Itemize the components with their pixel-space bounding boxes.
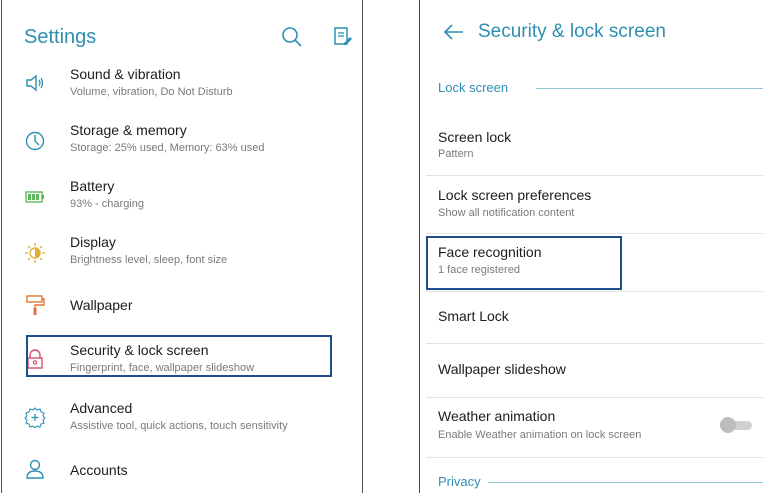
security-item-smart-lock[interactable]: Smart Lock (420, 294, 763, 342)
section-line (488, 482, 763, 483)
security-item-title: Weather animation (438, 408, 556, 424)
security-item-screen-lock[interactable]: Screen lock Pattern (420, 120, 763, 172)
page-title: Security & lock screen (478, 21, 666, 42)
weather-animation-toggle[interactable] (720, 417, 754, 433)
battery-icon (25, 191, 44, 203)
settings-item-subtitle: 93% - charging (70, 198, 144, 210)
settings-item-subtitle: Assistive tool, quick actions, touch sen… (70, 420, 288, 432)
settings-item-title: Accounts (70, 462, 128, 478)
settings-title: Settings (24, 26, 97, 48)
speaker-icon (26, 74, 44, 92)
security-item-weather-animation[interactable]: Weather animation Enable Weather animati… (420, 400, 763, 456)
clock-icon (25, 131, 45, 151)
edit-list-icon[interactable] (332, 26, 354, 48)
settings-item-title: Sound & vibration (70, 66, 181, 82)
selection-highlight (426, 236, 622, 290)
security-item-title: Screen lock (438, 129, 512, 145)
search-icon[interactable] (281, 26, 303, 48)
divider (426, 457, 763, 458)
settings-item-title: Display (70, 234, 116, 250)
person-icon (26, 459, 44, 479)
settings-item-subtitle: Brightness level, sleep, font size (70, 254, 228, 266)
divider (426, 233, 763, 234)
settings-item-title: Advanced (70, 400, 133, 416)
security-item-wallpaper-slideshow[interactable]: Wallpaper slideshow (420, 346, 763, 396)
security-item-lock-screen-preferences[interactable]: Lock screen preferences Show all notific… (420, 178, 763, 232)
settings-item-wallpaper[interactable]: Wallpaper (2, 288, 362, 324)
settings-item-battery[interactable]: Battery 93% - charging (2, 174, 362, 218)
settings-item-advanced[interactable]: Advanced Assistive tool, quick actions, … (2, 396, 362, 440)
settings-item-title: Storage & memory (70, 122, 187, 138)
divider (426, 175, 763, 176)
selection-highlight (26, 335, 332, 377)
security-item-subtitle: Pattern (438, 148, 474, 160)
divider (426, 397, 763, 398)
security-item-title: Smart Lock (438, 308, 509, 324)
security-item-title: Wallpaper slideshow (438, 361, 566, 377)
settings-item-subtitle: Storage: 25% used, Memory: 63% used (70, 142, 265, 154)
toggle-knob (720, 417, 736, 433)
divider (426, 291, 763, 292)
security-item-title: Lock screen preferences (438, 187, 592, 203)
divider (426, 343, 763, 344)
settings-panel: Settings Sound & vibration Volume, vibra… (1, 0, 363, 493)
settings-item-accounts[interactable]: Accounts (2, 454, 362, 490)
settings-item-display[interactable]: Display Brightness level, sleep, font si… (2, 230, 362, 274)
security-item-subtitle: Show all notification content (438, 207, 575, 219)
brightness-icon (25, 243, 45, 263)
gear-plus-icon (24, 407, 46, 428)
section-header-lock-screen: Lock screen (438, 80, 509, 95)
settings-item-subtitle: Volume, vibration, Do Not Disturb (70, 86, 233, 98)
settings-item-title: Wallpaper (70, 297, 133, 313)
settings-item-storage[interactable]: Storage & memory Storage: 25% used, Memo… (2, 118, 362, 162)
section-line (536, 88, 763, 89)
security-panel: Security & lock screen Lock screen Scree… (419, 0, 763, 493)
settings-item-title: Battery (70, 178, 115, 194)
security-item-subtitle: Enable Weather animation on lock screen (438, 429, 642, 441)
section-header-privacy: Privacy (438, 474, 481, 489)
back-arrow-icon[interactable] (442, 20, 466, 44)
paint-roller-icon (26, 295, 45, 315)
settings-item-sound[interactable]: Sound & vibration Volume, vibration, Do … (2, 62, 362, 106)
